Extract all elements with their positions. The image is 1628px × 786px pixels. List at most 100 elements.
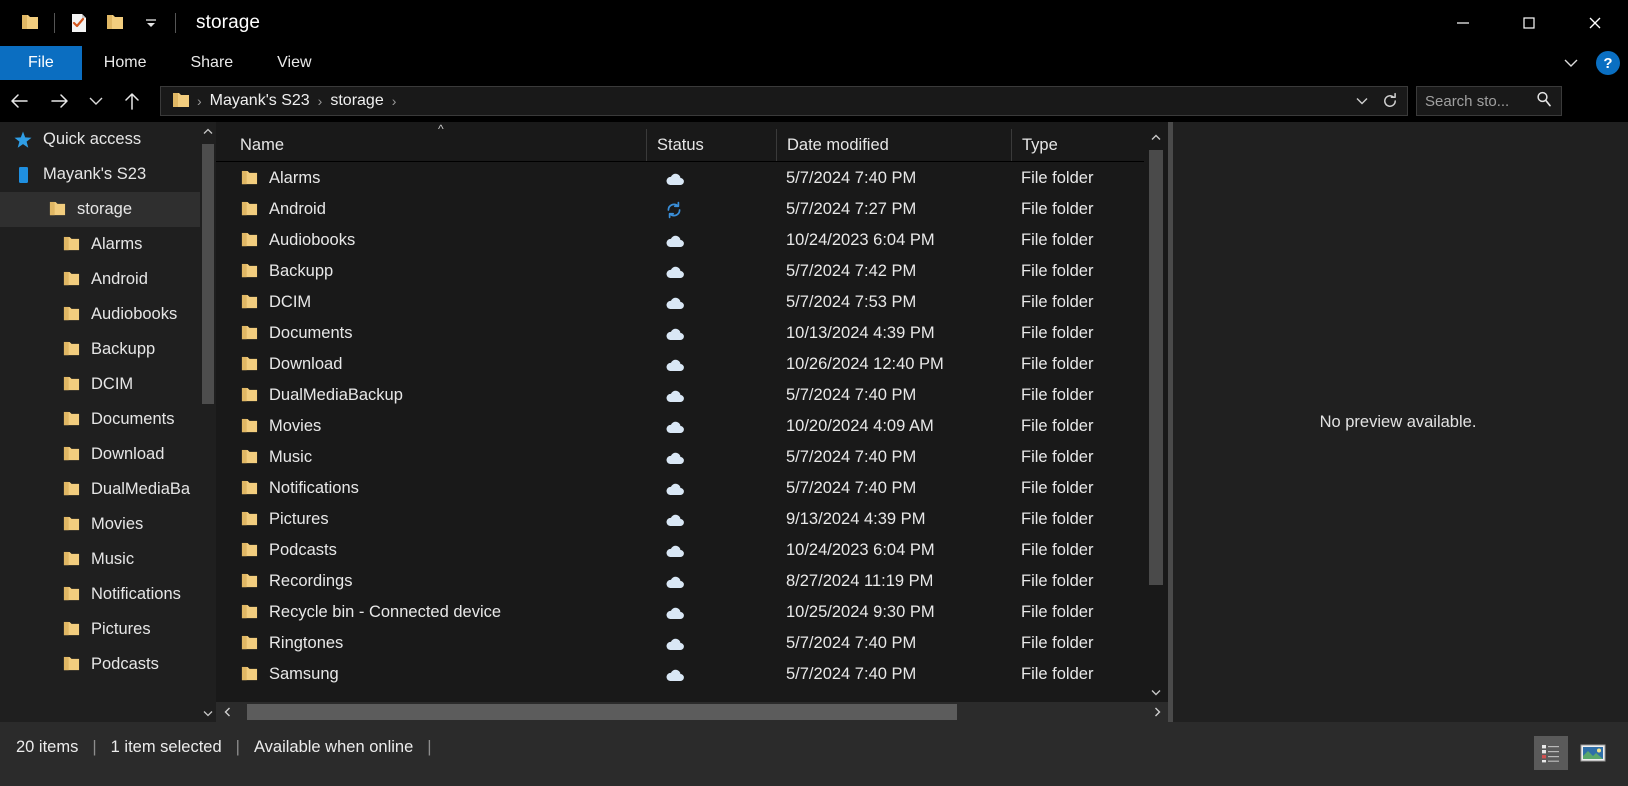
sidebar-item-quick-access[interactable]: Quick access bbox=[0, 122, 216, 157]
sidebar-item-podcasts[interactable]: Podcasts bbox=[0, 647, 216, 682]
table-row[interactable]: Recordings 8/27/2024 11:19 PM File folder bbox=[216, 566, 1168, 597]
sidebar-scrollbar[interactable] bbox=[200, 122, 216, 722]
folder-icon[interactable] bbox=[12, 5, 48, 41]
table-row[interactable]: Alarms 5/7/2024 7:40 PM File folder bbox=[216, 163, 1168, 194]
scroll-left-icon[interactable] bbox=[216, 702, 238, 722]
tab-view[interactable]: View bbox=[255, 46, 333, 80]
file-name-cell[interactable]: Audiobooks bbox=[216, 231, 646, 250]
chevron-down-icon[interactable] bbox=[1554, 46, 1588, 80]
vertical-scroll-thumb[interactable] bbox=[1149, 150, 1163, 585]
search-input[interactable]: Search sto... bbox=[1416, 86, 1562, 116]
sidebar-item-documents[interactable]: Documents bbox=[0, 402, 216, 437]
back-button[interactable] bbox=[0, 81, 40, 121]
breadcrumb-item-device[interactable]: Mayank's S23 bbox=[204, 92, 316, 110]
minimize-icon[interactable] bbox=[1430, 0, 1496, 46]
sidebar-item-audiobooks[interactable]: Audiobooks bbox=[0, 297, 216, 332]
sidebar-item-movies[interactable]: Movies bbox=[0, 507, 216, 542]
properties-icon[interactable] bbox=[61, 5, 97, 41]
address-history-chevron-down-icon[interactable] bbox=[1349, 88, 1375, 114]
table-row[interactable]: Documents 10/13/2024 4:39 PM File folder bbox=[216, 318, 1168, 349]
sidebar-scroll-down-icon[interactable] bbox=[200, 704, 216, 722]
folder-icon bbox=[240, 387, 259, 404]
cloud-only-icon bbox=[646, 388, 776, 404]
sidebar-item-storage[interactable]: storage bbox=[0, 192, 216, 227]
column-header-status[interactable]: Status bbox=[646, 129, 776, 161]
table-row[interactable]: Podcasts 10/24/2023 6:04 PM File folder bbox=[216, 535, 1168, 566]
table-row[interactable]: Samsung 5/7/2024 7:40 PM File folder bbox=[216, 659, 1168, 690]
table-row[interactable]: Ringtones 5/7/2024 7:40 PM File folder bbox=[216, 628, 1168, 659]
file-list-vertical-scrollbar[interactable] bbox=[1144, 122, 1168, 703]
table-row[interactable]: DCIM 5/7/2024 7:53 PM File folder bbox=[216, 287, 1168, 318]
table-row[interactable]: Recycle bin - Connected device 10/25/2024… bbox=[216, 597, 1168, 628]
file-name-cell[interactable]: Backupp bbox=[216, 262, 646, 281]
customize-qat-chevron-icon[interactable] bbox=[133, 5, 169, 41]
file-name-cell[interactable]: Recordings bbox=[216, 572, 646, 591]
horizontal-scroll-track[interactable] bbox=[238, 702, 1146, 722]
sidebar-item-pictures[interactable]: Pictures bbox=[0, 612, 216, 647]
file-name-cell[interactable]: Ringtones bbox=[216, 634, 646, 653]
file-name-cell[interactable]: Podcasts bbox=[216, 541, 646, 560]
file-name-cell[interactable]: Notifications bbox=[216, 479, 646, 498]
table-row[interactable]: Movies 10/20/2024 4:09 AM File folder bbox=[216, 411, 1168, 442]
sidebar-item-dualmediaba[interactable]: DualMediaBa bbox=[0, 472, 216, 507]
details-view-button[interactable] bbox=[1534, 736, 1568, 770]
up-button[interactable] bbox=[112, 81, 152, 121]
sidebar-item-alarms[interactable]: Alarms bbox=[0, 227, 216, 262]
file-name-cell[interactable]: Samsung bbox=[216, 665, 646, 684]
scroll-right-icon[interactable] bbox=[1146, 702, 1168, 722]
maximize-icon[interactable] bbox=[1496, 0, 1562, 46]
sidebar-item-mayank-s-s23[interactable]: Mayank's S23 bbox=[0, 157, 216, 192]
refresh-icon[interactable] bbox=[1377, 88, 1403, 114]
file-name-label: Notifications bbox=[269, 479, 359, 497]
sidebar-item-android[interactable]: Android bbox=[0, 262, 216, 297]
close-icon[interactable] bbox=[1562, 0, 1628, 46]
sidebar-item-backupp[interactable]: Backupp bbox=[0, 332, 216, 367]
file-name-cell[interactable]: Recycle bin - Connected device bbox=[216, 603, 646, 622]
file-name-cell[interactable]: DualMediaBackup bbox=[216, 386, 646, 405]
tab-share[interactable]: Share bbox=[168, 46, 255, 80]
recent-locations-button[interactable] bbox=[80, 81, 112, 121]
file-name-cell[interactable]: Android bbox=[216, 200, 646, 219]
horizontal-scroll-thumb[interactable] bbox=[247, 704, 957, 720]
table-row[interactable]: Notifications 5/7/2024 7:40 PM File folder bbox=[216, 473, 1168, 504]
column-header-type[interactable]: Type bbox=[1011, 129, 1136, 161]
large-icons-view-button[interactable] bbox=[1576, 736, 1610, 770]
forward-button[interactable] bbox=[40, 81, 80, 121]
file-name-cell[interactable]: Alarms bbox=[216, 169, 646, 188]
sidebar-item-music[interactable]: Music bbox=[0, 542, 216, 577]
new-folder-icon[interactable] bbox=[97, 5, 133, 41]
table-row[interactable]: Music 5/7/2024 7:40 PM File folder bbox=[216, 442, 1168, 473]
table-row[interactable]: Pictures 9/13/2024 4:39 PM File folder bbox=[216, 504, 1168, 535]
breadcrumb-item-storage[interactable]: storage bbox=[324, 92, 389, 110]
sidebar-item-download[interactable]: Download bbox=[0, 437, 216, 472]
scroll-up-icon[interactable] bbox=[1144, 126, 1168, 148]
column-header-date-modified[interactable]: Date modified bbox=[776, 129, 1011, 161]
file-name-cell[interactable]: DCIM bbox=[216, 293, 646, 312]
table-row[interactable]: Audiobooks 10/24/2023 6:04 PM File folder bbox=[216, 225, 1168, 256]
file-name-cell[interactable]: Movies bbox=[216, 417, 646, 436]
sidebar-item-dcim[interactable]: DCIM bbox=[0, 367, 216, 402]
sidebar-scroll-up-icon[interactable] bbox=[200, 122, 216, 140]
search-icon[interactable] bbox=[1535, 90, 1553, 113]
column-header-name[interactable]: Name bbox=[216, 129, 646, 161]
date-modified-cell: 5/7/2024 7:40 PM bbox=[786, 665, 917, 683]
file-name-cell[interactable]: Documents bbox=[216, 324, 646, 343]
scroll-down-icon[interactable] bbox=[1144, 681, 1168, 703]
file-name-cell[interactable]: Pictures bbox=[216, 510, 646, 529]
file-name-cell[interactable]: Download bbox=[216, 355, 646, 374]
tab-home[interactable]: Home bbox=[82, 46, 169, 80]
sidebar-scroll-thumb[interactable] bbox=[202, 144, 214, 404]
sidebar-item-notifications[interactable]: Notifications bbox=[0, 577, 216, 612]
sidebar-item-label: Documents bbox=[91, 410, 175, 428]
table-row[interactable]: Backupp 5/7/2024 7:42 PM File folder bbox=[216, 256, 1168, 287]
address-bar[interactable]: › Mayank's S23 › storage › bbox=[160, 86, 1408, 116]
table-row[interactable]: Download 10/26/2024 12:40 PM File folder bbox=[216, 349, 1168, 380]
help-button[interactable]: ? bbox=[1596, 51, 1620, 75]
table-row[interactable]: DualMediaBackup 5/7/2024 7:40 PM File fold… bbox=[216, 380, 1168, 411]
table-row[interactable]: Android 5/7/2024 7:27 PM File folder bbox=[216, 194, 1168, 225]
tab-file[interactable]: File bbox=[0, 46, 82, 80]
file-name-cell[interactable]: Music bbox=[216, 448, 646, 467]
file-type-cell: File folder bbox=[1021, 355, 1094, 373]
search-placeholder: Search sto... bbox=[1425, 92, 1510, 110]
file-list-horizontal-scrollbar[interactable] bbox=[216, 702, 1168, 722]
